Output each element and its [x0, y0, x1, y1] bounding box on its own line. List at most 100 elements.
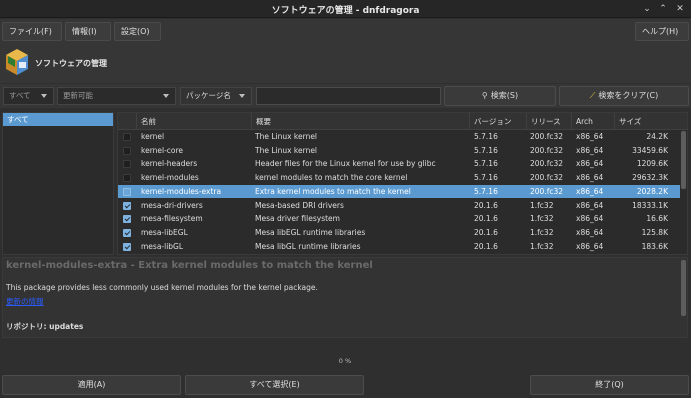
package-size: 24.2K	[646, 132, 668, 141]
package-summary: Mesa driver filesystem	[255, 214, 340, 224]
column-header-size[interactable]: サイズ	[615, 113, 687, 130]
package-info-repository: リポジトリ: updates	[6, 322, 84, 331]
table-row[interactable]: mesa-filesystem Mesa driver filesystem 2…	[118, 212, 680, 226]
table-row[interactable]: mesa-libGL Mesa libGL runtime libraries …	[118, 240, 680, 254]
view-filter-value: すべて	[9, 91, 31, 100]
file-menu-label: ファイル(F)	[9, 27, 52, 36]
chevron-down-icon	[41, 94, 47, 98]
minimize-icon[interactable]: ⌄	[641, 3, 653, 15]
install-checkbox[interactable]	[123, 174, 131, 183]
package-name: kernel-headers	[141, 159, 198, 169]
status-filter-select[interactable]: 更新可能	[57, 87, 176, 105]
column-header-name[interactable]: 名前	[137, 113, 252, 130]
table-row[interactable]: mesa-libEGL Mesa libEGL runtime librarie…	[118, 226, 680, 240]
filter-bar: すべて 更新可能 パッケージ名 ⚲ 検索(S) ⟋ 検索をクリア(C)	[0, 84, 691, 108]
table-scrollbar-thumb[interactable]	[681, 131, 686, 189]
package-name: mesa-libGL	[141, 241, 184, 251]
table-row[interactable]: mesa-dri-drivers Mesa-based DRI drivers …	[118, 199, 680, 213]
settings-menu-label: 設定(O)	[121, 27, 150, 36]
search-input[interactable]	[256, 87, 441, 105]
info-menu-button[interactable]: 情報(I)	[65, 22, 111, 51]
quit-button[interactable]: 終了(Q)	[530, 375, 689, 395]
table-row[interactable]: kernel-modules kernel modules to match t…	[118, 171, 680, 185]
package-name: kernel-modules-extra	[141, 186, 222, 196]
install-checkbox[interactable]	[123, 160, 131, 169]
checkbox-column-header[interactable]	[118, 113, 137, 130]
package-box-icon	[6, 49, 28, 75]
install-checkbox[interactable]	[123, 242, 131, 251]
window-titlebar: ソフトウェアの管理 - dnfdragora ⌄ ⌃ ✕	[0, 0, 691, 18]
close-icon[interactable]: ✕	[674, 3, 686, 15]
package-version: 5.7.16	[474, 173, 498, 183]
table-row[interactable]: kernel The Linux kernel 5.7.16 200.fc32 …	[118, 130, 680, 144]
package-version: 5.7.16	[474, 186, 498, 196]
file-menu-button[interactable]: ファイル(F)	[2, 22, 62, 51]
install-checkbox[interactable]	[123, 187, 131, 196]
app-header: ソフトウェアの管理	[0, 45, 691, 83]
package-version: 5.7.16	[474, 132, 498, 141]
table-scrollbar[interactable]	[681, 131, 686, 254]
info-scrollbar-thumb[interactable]	[681, 260, 686, 316]
install-checkbox[interactable]	[123, 133, 131, 141]
view-filter-select[interactable]: すべて	[3, 87, 54, 105]
package-version: 20.1.6	[474, 241, 498, 251]
package-name: mesa-libEGL	[141, 227, 188, 237]
package-name: mesa-dri-drivers	[141, 200, 203, 210]
package-size: 16.6K	[646, 214, 668, 224]
package-arch: x86_64	[576, 241, 604, 251]
install-checkbox[interactable]	[123, 146, 131, 155]
clear-search-button-label: 検索をクリア(C)	[598, 91, 659, 100]
column-header-release[interactable]: リリース	[527, 113, 572, 130]
help-menu-label: ヘルプ(H)	[642, 27, 679, 36]
package-release: 200.fc32	[530, 132, 564, 141]
broom-icon: ⟋	[589, 91, 596, 100]
select-all-button[interactable]: すべて選択(E)	[185, 375, 364, 395]
menubar: ファイル(F) 情報(I) 設定(O) ヘルプ(H)	[0, 19, 691, 51]
install-checkbox[interactable]	[123, 215, 131, 224]
info-scrollbar[interactable]	[681, 260, 686, 335]
help-menu-button[interactable]: ヘルプ(H)	[635, 22, 689, 51]
package-info-title: kernel-modules-extra - Extra kernel modu…	[6, 260, 373, 271]
column-header-arch[interactable]: Arch	[572, 113, 615, 130]
table-row[interactable]: kernel-headers Header files for the Linu…	[118, 157, 680, 171]
package-release: 200.fc32	[530, 159, 564, 169]
package-release: 200.fc32	[530, 145, 564, 155]
window-title: ソフトウェアの管理 - dnfdragora	[271, 6, 420, 16]
clear-search-button[interactable]: ⟋ 検索をクリア(C)	[559, 86, 689, 106]
package-size: 18333.1K	[632, 200, 668, 210]
search-by-select[interactable]: パッケージ名	[180, 87, 252, 105]
column-header-summary[interactable]: 概要	[252, 113, 470, 130]
settings-menu-button[interactable]: 設定(O)	[114, 22, 161, 51]
package-release: 1.fc32	[530, 214, 554, 224]
package-arch: x86_64	[576, 186, 604, 196]
column-header-version[interactable]: バージョン	[470, 113, 527, 130]
maximize-icon[interactable]: ⌃	[657, 3, 669, 15]
package-summary: kernel modules to match the core kernel	[255, 173, 408, 183]
package-arch: x86_64	[576, 200, 604, 210]
package-size: 183.6K	[641, 241, 668, 251]
update-info-link[interactable]: 更新の情報	[6, 296, 44, 307]
chevron-down-icon	[239, 94, 245, 98]
package-info-description: This package provides less commonly used…	[6, 283, 318, 292]
group-item-all[interactable]: すべて	[3, 113, 113, 126]
package-release: 200.fc32	[530, 186, 564, 196]
progress-bar: 0 %	[2, 355, 688, 369]
apply-button[interactable]: 適用(A)	[2, 375, 181, 395]
package-size: 2028.2K	[636, 186, 668, 196]
package-version: 20.1.6	[474, 214, 498, 224]
package-version: 20.1.6	[474, 200, 498, 210]
package-name: kernel-core	[141, 145, 184, 155]
table-row[interactable]: kernel-core The Linux kernel 5.7.16 200.…	[118, 144, 680, 158]
package-size: 125.8K	[641, 227, 668, 237]
status-filter-value: 更新可能	[63, 91, 93, 100]
page-title: ソフトウェアの管理	[35, 59, 107, 68]
package-table: 名前 概要 バージョン リリース Arch サイズ kernel The Lin…	[117, 112, 688, 255]
install-checkbox[interactable]	[123, 228, 131, 237]
package-arch: x86_64	[576, 227, 604, 237]
table-row[interactable]: kernel-modules-extra Extra kernel module…	[118, 184, 680, 199]
install-checkbox[interactable]	[123, 201, 131, 210]
chevron-down-icon	[163, 94, 169, 98]
package-arch: x86_64	[576, 173, 604, 183]
package-name: kernel	[141, 132, 165, 141]
search-button[interactable]: ⚲ 検索(S)	[444, 86, 556, 106]
